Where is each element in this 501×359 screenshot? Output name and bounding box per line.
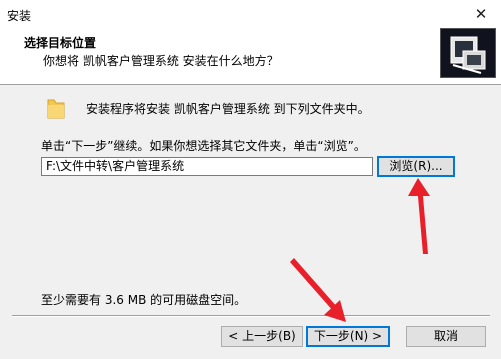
folder-icon	[47, 99, 65, 119]
instruction-text: 单击“下一步”继续。如果你想选择其它文件夹，单击“浏览”。	[41, 139, 366, 153]
page-title: 选择目标位置	[24, 36, 97, 50]
wizard-header: 选择目标位置 你想将 凯帆客户管理系统 安装在什么地方？	[0, 28, 501, 85]
close-icon[interactable]: ✕	[466, 2, 496, 26]
disk-space-text: 至少需要有 3.6 MB 的可用磁盘空间。	[41, 293, 247, 307]
window-title: 安装	[7, 9, 32, 23]
install-location-text: 安装程序将安装 凯帆客户管理系统 到下列文件夹中。	[86, 102, 370, 116]
browse-button[interactable]: 浏览(R)...	[377, 156, 455, 177]
back-button[interactable]: < 上一步(B)	[221, 326, 303, 347]
installer-logo-icon	[440, 28, 496, 78]
annotation-arrow-next	[290, 258, 346, 322]
page-subtitle: 你想将 凯帆客户管理系统 安装在什么地方？	[43, 54, 279, 68]
annotation-arrow-browse	[408, 178, 430, 254]
title-bar: 安装 ✕	[0, 0, 501, 28]
install-path-input[interactable]: F:\文件中转\客户管理系统	[41, 157, 373, 176]
cancel-button[interactable]: 取消	[406, 326, 486, 347]
next-button[interactable]: 下一步(N) >	[306, 326, 390, 347]
footer-divider	[12, 315, 490, 317]
